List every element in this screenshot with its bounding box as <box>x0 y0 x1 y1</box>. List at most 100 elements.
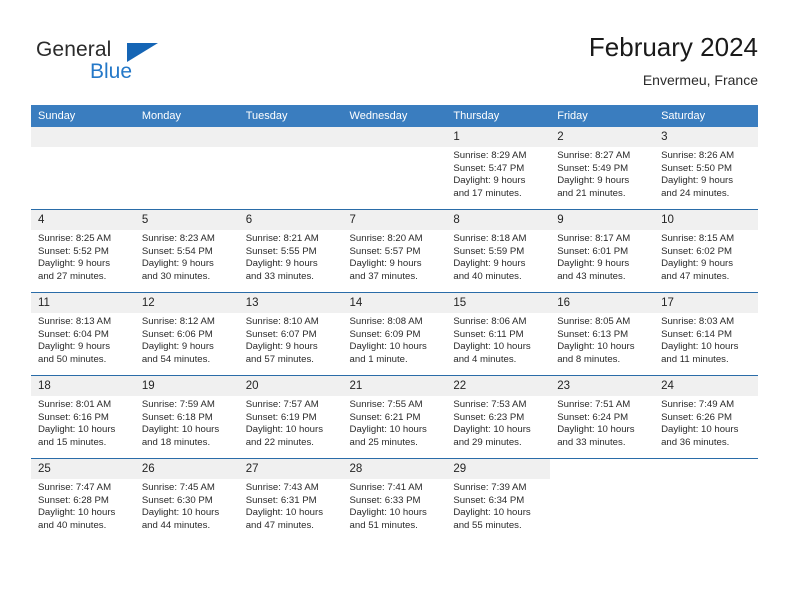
day-number: 8 <box>446 210 551 230</box>
day-info-line: Daylight: 10 hours <box>557 341 635 353</box>
calendar-day-cell[interactable]: 21 Sunrise: 7:55 AM Sunset: 6:21 PM Dayligh… <box>342 375 447 459</box>
day-info-line: Sunset: 6:24 PM <box>557 411 629 423</box>
day-info-line: Sunrise: 7:39 AM <box>453 482 527 493</box>
day-sun-info: Sunrise: 8:10 AM Sunset: 6:07 PM Daylight:… <box>239 313 343 366</box>
day-info-line: Sunset: 5:59 PM <box>453 245 525 257</box>
day-info-line: Sunrise: 8:21 AM <box>245 233 319 244</box>
day-info-line: Sunset: 6:16 PM <box>38 411 109 423</box>
day-info-line: Sunset: 6:30 PM <box>141 494 213 506</box>
calendar-day-cell[interactable]: 1 Sunrise: 8:29 AM Sunset: 5:47 PM Daylight… <box>446 127 551 210</box>
day-info-line: Daylight: 9 hours <box>38 258 110 270</box>
calendar-day-cell[interactable]: 6 Sunrise: 8:21 AM Sunset: 5:55 PM Daylight… <box>238 209 343 293</box>
logo-text-blue: Blue <box>90 60 133 83</box>
day-number: 1 <box>446 127 551 147</box>
general-blue-logo[interactable]: General Blue <box>36 38 236 90</box>
day-number: 6 <box>238 210 343 230</box>
day-number: 12 <box>134 293 239 313</box>
day-info-line: Daylight: 9 hours <box>557 258 630 270</box>
calendar-body: 1 Sunrise: 8:29 AM Sunset: 5:47 PM Daylight… <box>31 127 758 541</box>
day-number: 29 <box>446 459 551 479</box>
day-info-line: Sunset: 6:09 PM <box>349 328 421 340</box>
calendar-day-cell[interactable]: 24 Sunrise: 7:49 AM Sunset: 6:26 PM Dayligh… <box>654 375 758 459</box>
day-number <box>342 127 447 147</box>
day-number: 28 <box>342 459 447 479</box>
day-info-line: Daylight: 10 hours <box>453 341 531 353</box>
calendar-day-cell[interactable]: 2 Sunrise: 8:27 AM Sunset: 5:49 PM Daylight… <box>550 127 655 210</box>
day-info-line: Sunset: 5:55 PM <box>245 245 317 257</box>
day-info-line: Daylight: 10 hours <box>349 341 427 353</box>
calendar-day-cell[interactable]: 25 Sunrise: 7:47 AM Sunset: 6:28 PM Dayligh… <box>31 458 135 541</box>
weekday-header-row: Sunday Monday Tuesday Wednesday Thursday… <box>31 105 758 127</box>
day-info-line: Sunset: 6:33 PM <box>349 494 421 506</box>
calendar-day-cell[interactable]: 8 Sunrise: 8:18 AM Sunset: 5:59 PM Daylight… <box>446 209 551 293</box>
calendar-day-cell[interactable]: 27 Sunrise: 7:43 AM Sunset: 6:31 PM Dayligh… <box>238 458 343 541</box>
day-info-line: Sunset: 6:26 PM <box>661 411 732 423</box>
day-number <box>31 127 135 147</box>
day-info-line: and 22 minutes. <box>245 436 314 448</box>
calendar-day-cell[interactable]: 18 Sunrise: 8:01 AM Sunset: 6:16 PM Dayligh… <box>31 375 135 459</box>
day-info-line: Sunset: 6:23 PM <box>453 411 525 423</box>
calendar-day-cell[interactable]: 20 Sunrise: 7:57 AM Sunset: 6:19 PM Dayligh… <box>238 375 343 459</box>
day-sun-info: Sunrise: 7:59 AM Sunset: 6:18 PM Daylight:… <box>135 396 239 449</box>
day-number: 24 <box>654 376 758 396</box>
calendar-day-cell[interactable]: 19 Sunrise: 7:59 AM Sunset: 6:18 PM Dayligh… <box>134 375 239 459</box>
day-number: 11 <box>31 293 135 313</box>
day-sun-info: Sunrise: 7:39 AM Sunset: 6:34 PM Daylight:… <box>446 479 550 532</box>
day-info-line: Daylight: 9 hours <box>349 258 422 270</box>
day-info-line: Sunset: 5:50 PM <box>661 162 732 174</box>
day-number: 13 <box>238 293 343 313</box>
calendar-day-cell[interactable]: 16 Sunrise: 8:05 AM Sunset: 6:13 PM Dayligh… <box>550 292 655 376</box>
calendar-day-cell[interactable]: 12 Sunrise: 8:12 AM Sunset: 6:06 PM Dayligh… <box>134 292 239 376</box>
calendar-day-cell[interactable]: 29 Sunrise: 7:39 AM Sunset: 6:34 PM Dayligh… <box>446 458 551 541</box>
day-sun-info: Sunrise: 8:17 AM Sunset: 6:01 PM Daylight:… <box>550 230 654 283</box>
calendar-day-cell[interactable]: 26 Sunrise: 7:45 AM Sunset: 6:30 PM Dayligh… <box>134 458 239 541</box>
day-info-line: Daylight: 9 hours <box>557 175 630 187</box>
calendar-day-cell[interactable]: 13 Sunrise: 8:10 AM Sunset: 6:07 PM Dayligh… <box>238 292 343 376</box>
calendar-day-cell-empty <box>550 458 655 541</box>
day-sun-info: Sunrise: 8:23 AM Sunset: 5:54 PM Daylight:… <box>135 230 239 283</box>
day-number: 16 <box>550 293 655 313</box>
day-info-line: and 54 minutes. <box>141 353 211 365</box>
calendar-day-cell[interactable]: 11 Sunrise: 8:13 AM Sunset: 6:04 PM Dayligh… <box>31 292 135 376</box>
calendar-week-row: 18 Sunrise: 8:01 AM Sunset: 6:16 PM Dayligh… <box>31 375 758 459</box>
day-number: 15 <box>446 293 551 313</box>
day-info-line: and 51 minutes. <box>349 519 418 531</box>
calendar-day-cell[interactable]: 7 Sunrise: 8:20 AM Sunset: 5:57 PM Daylight… <box>342 209 447 293</box>
calendar-day-cell[interactable]: 9 Sunrise: 8:17 AM Sunset: 6:01 PM Daylight… <box>550 209 655 293</box>
calendar-day-cell[interactable]: 10 Sunrise: 8:15 AM Sunset: 6:02 PM Dayligh… <box>654 209 758 293</box>
day-info-line: Sunset: 6:34 PM <box>453 494 525 506</box>
calendar-day-cell[interactable]: 28 Sunrise: 7:41 AM Sunset: 6:33 PM Dayligh… <box>342 458 447 541</box>
day-info-line: Sunrise: 7:47 AM <box>38 482 112 493</box>
day-info-line: Sunrise: 7:53 AM <box>453 399 527 410</box>
day-info-line: and 11 minutes. <box>661 353 729 365</box>
calendar-day-cell[interactable]: 3 Sunrise: 8:26 AM Sunset: 5:50 PM Daylight… <box>654 127 758 210</box>
day-info-line: and 30 minutes. <box>141 270 211 282</box>
weekday-header-friday: Friday <box>550 105 655 127</box>
day-number <box>134 127 239 147</box>
day-sun-info: Sunrise: 8:03 AM Sunset: 6:14 PM Daylight:… <box>654 313 758 366</box>
day-info-line: and 33 minutes. <box>245 270 314 282</box>
day-info-line: and 43 minutes. <box>557 270 626 282</box>
calendar-day-cell[interactable]: 5 Sunrise: 8:23 AM Sunset: 5:54 PM Daylight… <box>134 209 239 293</box>
day-sun-info: Sunrise: 8:29 AM Sunset: 5:47 PM Daylight:… <box>446 147 550 200</box>
day-info-line: and 18 minutes. <box>141 436 211 448</box>
calendar-week-row: 1 Sunrise: 8:29 AM Sunset: 5:47 PM Daylight… <box>31 127 758 210</box>
calendar-day-cell[interactable]: 14 Sunrise: 8:08 AM Sunset: 6:09 PM Dayligh… <box>342 292 447 376</box>
day-number: 14 <box>342 293 447 313</box>
day-sun-info: Sunrise: 8:21 AM Sunset: 5:55 PM Daylight:… <box>239 230 343 283</box>
day-info-line: Sunrise: 7:57 AM <box>245 399 319 410</box>
calendar-day-cell[interactable]: 22 Sunrise: 7:53 AM Sunset: 6:23 PM Dayligh… <box>446 375 551 459</box>
day-info-line: and 57 minutes. <box>245 353 314 365</box>
calendar-day-cell[interactable]: 4 Sunrise: 8:25 AM Sunset: 5:52 PM Daylight… <box>31 209 135 293</box>
day-number <box>550 459 654 479</box>
day-info-line: Sunrise: 7:43 AM <box>245 482 319 493</box>
day-number: 27 <box>238 459 343 479</box>
day-info-line: Sunrise: 8:29 AM <box>453 150 527 161</box>
day-info-line: Sunrise: 8:27 AM <box>557 150 631 161</box>
calendar-day-cell[interactable]: 17 Sunrise: 8:03 AM Sunset: 6:14 PM Dayligh… <box>654 292 758 376</box>
calendar-day-cell[interactable]: 23 Sunrise: 7:51 AM Sunset: 6:24 PM Dayligh… <box>550 375 655 459</box>
day-info-line: and 37 minutes. <box>349 270 418 282</box>
calendar-day-cell[interactable]: 15 Sunrise: 8:06 AM Sunset: 6:11 PM Dayligh… <box>446 292 551 376</box>
day-info-line: Sunrise: 7:49 AM <box>661 399 735 410</box>
calendar-day-cell-empty <box>238 127 343 210</box>
